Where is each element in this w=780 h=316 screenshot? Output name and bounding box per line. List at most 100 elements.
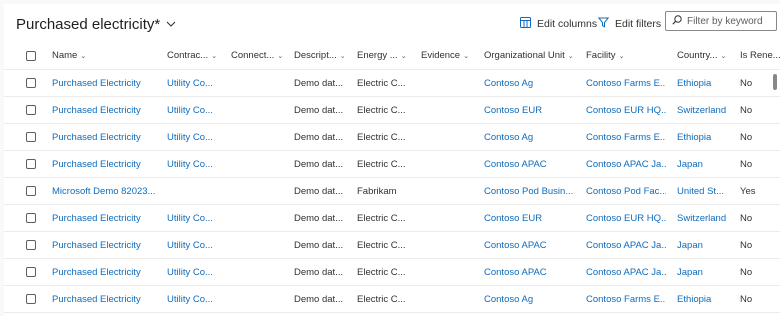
contract-link[interactable]: Utility Co... [167,213,213,224]
column-header-energy[interactable]: Energy ... ⌄ [357,42,413,69]
contract-link[interactable]: Utility Co... [167,294,213,305]
contract-link[interactable]: Utility Co... [167,267,213,278]
table-row[interactable]: Purchased Electricity Utility Co... Demo d… [4,286,780,313]
org-unit-link[interactable]: Contoso EUR [484,105,542,116]
row-checkbox[interactable] [26,240,36,250]
facility-link[interactable]: Contoso APAC Ja... [586,159,666,170]
evidence-cell [421,205,477,231]
name-link[interactable]: Purchased Electricity [52,267,141,278]
facility-cell: Contoso Farms E... [586,70,666,96]
table-row[interactable]: Purchased Electricity Utility Co... Demo d… [4,97,780,124]
org-unit-link[interactable]: Contoso Ag [484,132,533,143]
facility-link[interactable]: Contoso Farms E... [586,78,666,89]
keyword-filter[interactable] [665,11,777,31]
table-row[interactable]: Purchased Electricity Utility Co... Demo d… [4,151,780,178]
edit-columns-label: Edit columns [537,18,598,30]
row-checkbox[interactable] [26,132,36,142]
country-link[interactable]: United St... [677,186,724,197]
column-header-evidence[interactable]: Evidence ⌄ [421,42,477,69]
facility-link[interactable]: Contoso APAC Ja... [586,240,666,251]
org-unit-link[interactable]: Contoso APAC [484,267,547,278]
vertical-scrollbar[interactable] [773,74,777,90]
energy-text: Electric C... [357,293,406,305]
org-unit-link[interactable]: Contoso EUR [484,213,542,224]
edit-filters-button[interactable]: Edit filters [597,15,661,33]
row-checkbox[interactable] [26,213,36,223]
column-header-contract[interactable]: Contrac... ⌄ [167,42,223,69]
org-unit-link[interactable]: Contoso Ag [484,78,533,89]
column-header-org-unit[interactable]: Organizational Unit ⌄ [484,42,576,69]
country-link[interactable]: Ethiopia [677,294,711,305]
row-checkbox[interactable] [26,78,36,88]
facility-link[interactable]: Contoso EUR HQ... [586,213,666,224]
table-row[interactable]: Purchased Electricity Utility Co... Demo d… [4,70,780,97]
contract-link[interactable]: Utility Co... [167,240,213,251]
renewable-cell: No [740,124,780,150]
country-link[interactable]: Switzerland [677,213,726,224]
org-unit-cell: Contoso APAC [484,259,576,285]
name-link[interactable]: Purchased Electricity [52,294,141,305]
name-link[interactable]: Purchased Electricity [52,159,141,170]
contract-link[interactable]: Utility Co... [167,159,213,170]
name-link[interactable]: Microsoft Demo 82023... [52,186,156,197]
country-link[interactable]: Japan [677,267,703,278]
select-all-checkbox[interactable] [26,50,36,61]
keyword-filter-input[interactable] [687,15,777,27]
column-header-country[interactable]: Country... ⌄ [677,42,731,69]
column-header-description[interactable]: Descript... ⌄ [294,42,350,69]
country-cell: Ethiopia [677,124,731,150]
name-link[interactable]: Purchased Electricity [52,78,141,89]
table-row[interactable]: Purchased Electricity Utility Co... Demo d… [4,259,780,286]
contract-link[interactable]: Utility Co... [167,78,213,89]
org-unit-link[interactable]: Contoso Pod Busin... [484,186,573,197]
renewable-text: No [740,77,753,89]
row-checkbox[interactable] [26,267,36,277]
description-cell: Demo dat... [294,232,350,258]
org-unit-link[interactable]: Contoso Ag [484,294,533,305]
contract-link[interactable]: Utility Co... [167,105,213,116]
connection-cell [231,232,287,258]
connection-cell [231,259,287,285]
name-link[interactable]: Purchased Electricity [52,132,141,143]
facility-link[interactable]: Contoso Farms E... [586,132,666,143]
org-unit-link[interactable]: Contoso APAC [484,159,547,170]
column-header-label: Energy ... [357,50,398,61]
country-link[interactable]: Japan [677,159,703,170]
country-link[interactable]: Ethiopia [677,78,711,89]
column-header-connection[interactable]: Connect... ⌄ [231,42,287,69]
name-link[interactable]: Purchased Electricity [52,240,141,251]
table-row[interactable]: Purchased Electricity Utility Co... Demo d… [4,205,780,232]
contract-cell: Utility Co... [167,286,223,312]
connection-cell [231,286,287,312]
table-row[interactable]: Purchased Electricity Utility Co... Demo d… [4,124,780,151]
view-selector[interactable]: Purchased electricity* [16,14,176,33]
column-header-renewable[interactable]: Is Rene... [740,42,780,69]
edit-columns-button[interactable]: Edit columns [520,15,597,33]
facility-link[interactable]: Contoso EUR HQ... [586,105,666,116]
row-checkbox[interactable] [26,159,36,169]
column-header-name[interactable]: Name ⌄ [52,42,160,69]
row-checkbox[interactable] [26,294,36,304]
facility-link[interactable]: Contoso Farms E... [586,294,666,305]
table-row[interactable]: Purchased Electricity Utility Co... Demo d… [4,232,780,259]
facility-link[interactable]: Contoso Pod Fac... [586,186,666,197]
org-unit-link[interactable]: Contoso APAC [484,240,547,251]
country-link[interactable]: Ethiopia [677,132,711,143]
name-link[interactable]: Purchased Electricity [52,105,141,116]
row-checkbox[interactable] [26,105,36,115]
evidence-cell [421,124,477,150]
name-link[interactable]: Purchased Electricity [52,213,141,224]
country-link[interactable]: Switzerland [677,105,726,116]
column-header-facility[interactable]: Facility ⌄ [586,42,666,69]
connection-cell [231,97,287,123]
contract-cell: Utility Co... [167,259,223,285]
contract-link[interactable]: Utility Co... [167,132,213,143]
row-checkbox[interactable] [26,186,36,196]
facility-link[interactable]: Contoso APAC Ja... [586,267,666,278]
filter-icon [597,17,615,31]
country-link[interactable]: Japan [677,240,703,251]
column-header-label: Contrac... [167,50,209,61]
row-select-cell [26,286,46,312]
country-cell: United St... [677,178,731,204]
table-row[interactable]: Microsoft Demo 82023... Demo dat... Fabrik… [4,178,780,205]
